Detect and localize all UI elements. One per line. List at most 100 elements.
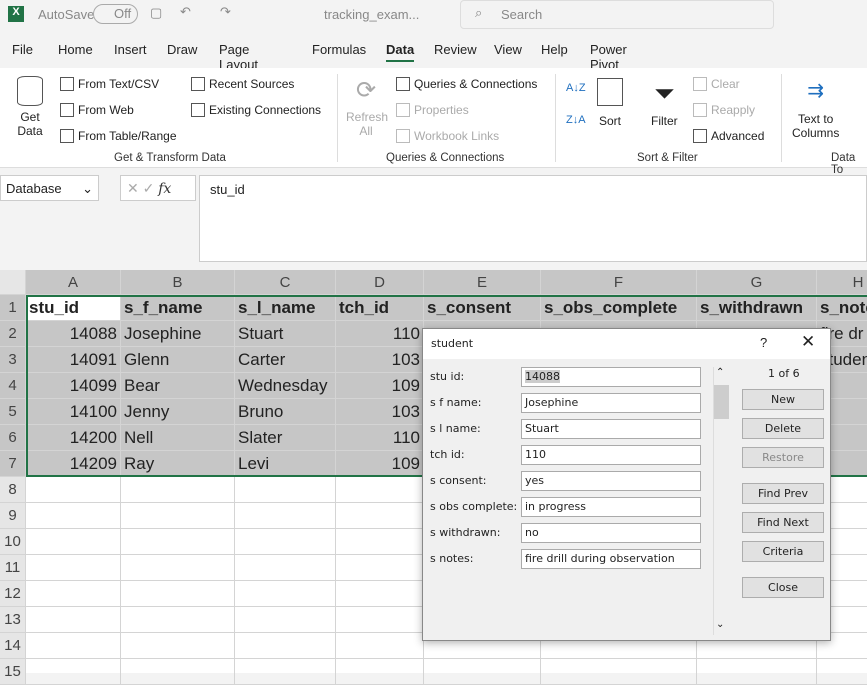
column-header-a[interactable]: A [26, 270, 121, 295]
header-cell[interactable]: s_f_name [121, 295, 235, 321]
tab-review[interactable]: Review [434, 42, 477, 57]
cell[interactable] [26, 633, 121, 659]
column-header-c[interactable]: C [235, 270, 336, 295]
help-icon[interactable]: ? [760, 335, 767, 350]
tab-file[interactable]: File [12, 42, 33, 57]
field-input[interactable]: no [521, 523, 701, 543]
row-header-4[interactable]: 4 [0, 373, 26, 399]
cell[interactable] [336, 607, 424, 633]
cell[interactable] [121, 503, 235, 529]
cell[interactable] [121, 581, 235, 607]
cell[interactable]: 109 [336, 373, 424, 399]
cell[interactable] [26, 607, 121, 633]
close-icon[interactable]: ✕ [801, 332, 815, 352]
row-header-3[interactable]: 3 [0, 347, 26, 373]
cell[interactable]: Jenny [121, 399, 235, 425]
advanced-button[interactable]: Advanced [693, 129, 764, 143]
text-to-columns-button[interactable]: ⇉ Text to Columns [792, 78, 839, 140]
tab-view[interactable]: View [494, 42, 522, 57]
field-input[interactable]: 110 [521, 445, 701, 465]
cell[interactable] [235, 555, 336, 581]
reapply-button[interactable]: Reapply [693, 103, 755, 117]
cell[interactable] [121, 555, 235, 581]
field-input[interactable]: fire drill during observation [521, 549, 701, 569]
sort-button[interactable]: Sort [597, 78, 623, 128]
cell[interactable] [424, 659, 541, 685]
cell[interactable]: 103 [336, 347, 424, 373]
cell[interactable]: Wednesday [235, 373, 336, 399]
cell[interactable] [235, 529, 336, 555]
cell[interactable]: Bear [121, 373, 235, 399]
find-prev-button[interactable]: Find Prev [742, 483, 824, 504]
cell[interactable] [336, 503, 424, 529]
scroll-down-icon[interactable]: ⌄ [716, 619, 724, 630]
column-header-g[interactable]: G [697, 270, 817, 295]
cell[interactable]: 103 [336, 399, 424, 425]
row-header-7[interactable]: 7 [0, 451, 26, 477]
cell[interactable] [235, 659, 336, 685]
tab-data[interactable]: Data [386, 42, 415, 62]
header-cell[interactable]: s_obs_complete [541, 295, 697, 321]
cell[interactable] [235, 633, 336, 659]
save-icon[interactable]: ▢ [150, 5, 162, 21]
cell[interactable] [26, 581, 121, 607]
cell[interactable] [235, 607, 336, 633]
cell[interactable]: Ray [121, 451, 235, 477]
queries-connections-button[interactable]: Queries & Connections [396, 77, 537, 91]
cell[interactable] [336, 659, 424, 685]
cell[interactable] [26, 529, 121, 555]
search-box[interactable]: Search ⌕ [460, 0, 774, 29]
cell[interactable] [121, 607, 235, 633]
cell[interactable] [817, 659, 867, 685]
header-cell[interactable]: s_l_name [235, 295, 336, 321]
cell[interactable] [121, 529, 235, 555]
refresh-all-button[interactable]: ⟳ Refresh All [346, 76, 388, 138]
from-text-csv-button[interactable]: From Text/CSV [60, 77, 159, 91]
cell[interactable]: 14088 [26, 321, 121, 347]
row-header-5[interactable]: 5 [0, 399, 26, 425]
scrollbar-thumb[interactable] [714, 385, 729, 419]
row-header-6[interactable]: 6 [0, 425, 26, 451]
cell[interactable]: 14200 [26, 425, 121, 451]
row-header-2[interactable]: 2 [0, 321, 26, 347]
cell[interactable] [336, 477, 424, 503]
workbook-links-button[interactable]: Workbook Links [396, 129, 499, 143]
cell[interactable] [121, 477, 235, 503]
cell[interactable]: 14099 [26, 373, 121, 399]
row-header-13[interactable]: 13 [0, 607, 26, 633]
get-data-button[interactable]: Get Data [12, 76, 48, 138]
cell[interactable]: 109 [336, 451, 424, 477]
cell[interactable]: 14209 [26, 451, 121, 477]
field-input[interactable]: in progress [521, 497, 701, 517]
row-header-8[interactable]: 8 [0, 477, 26, 503]
filename[interactable]: tracking_exam... [324, 7, 419, 22]
cell[interactable] [121, 633, 235, 659]
insert-function-icon[interactable]: fx [158, 181, 171, 197]
cell[interactable] [336, 529, 424, 555]
column-header-e[interactable]: E [424, 270, 541, 295]
tab-draw[interactable]: Draw [167, 42, 197, 57]
cell[interactable]: 14091 [26, 347, 121, 373]
row-header-1[interactable]: 1 [0, 295, 26, 321]
cell[interactable]: Josephine [121, 321, 235, 347]
row-header-10[interactable]: 10 [0, 529, 26, 555]
cell[interactable] [235, 503, 336, 529]
recent-sources-button[interactable]: Recent Sources [191, 77, 294, 91]
cell[interactable]: Levi [235, 451, 336, 477]
undo-icon[interactable]: ↶ [180, 4, 191, 20]
cancel-icon[interactable]: ✕ [127, 180, 139, 196]
row-header-15[interactable]: 15 [0, 659, 26, 685]
header-cell[interactable]: tch_id [336, 295, 424, 321]
restore-button[interactable]: Restore [742, 447, 824, 468]
cell[interactable]: 110 [336, 321, 424, 347]
cell[interactable] [26, 659, 121, 685]
column-header-b[interactable]: B [121, 270, 235, 295]
row-header-9[interactable]: 9 [0, 503, 26, 529]
cell[interactable]: Carter [235, 347, 336, 373]
cell[interactable]: Slater [235, 425, 336, 451]
column-header-f[interactable]: F [541, 270, 697, 295]
cell[interactable]: Stuart [235, 321, 336, 347]
row-header-12[interactable]: 12 [0, 581, 26, 607]
header-cell[interactable]: stu_id [26, 295, 121, 321]
cell[interactable] [336, 633, 424, 659]
